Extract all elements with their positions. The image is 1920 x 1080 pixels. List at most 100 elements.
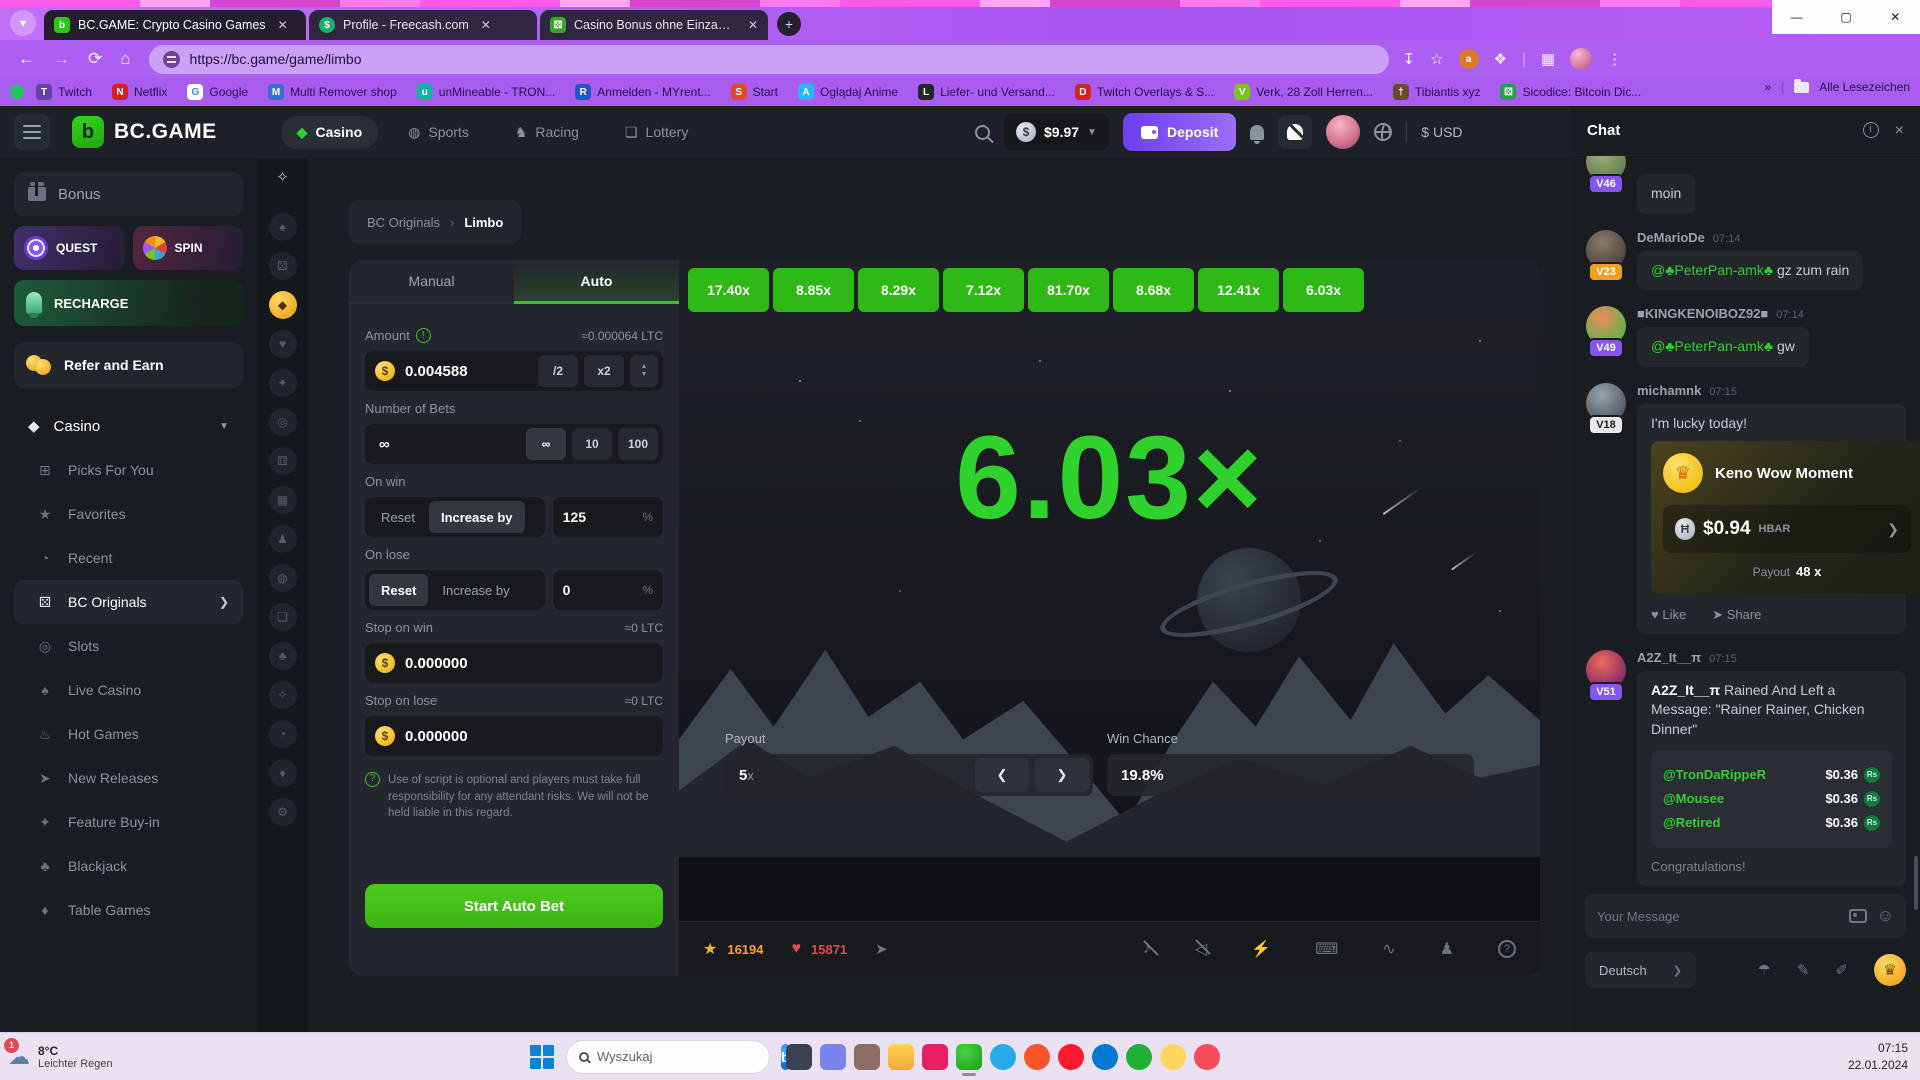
on-lose-value-input[interactable]: 0 % (553, 570, 663, 610)
quest-button[interactable]: QUEST (14, 226, 125, 270)
sidebar-item-hot-games[interactable]: ♨Hot Games (14, 712, 243, 756)
game-shortcut-icon[interactable]: ◎ (269, 408, 297, 436)
bcgame-logo-icon[interactable]: b (72, 116, 104, 148)
game-shortcut-icon[interactable]: ⚙ (269, 798, 297, 826)
fairness-icon[interactable]: ♟ (1440, 939, 1454, 959)
brand-title[interactable]: BC.GAME (114, 120, 217, 144)
nav-casino[interactable]: ◆ Casino (281, 116, 378, 149)
bets-10-button[interactable]: 10 (572, 428, 612, 460)
share-button[interactable]: ➤ Share (1712, 606, 1761, 624)
sidebar-item-picks-for-you[interactable]: ⊞Picks For You (14, 448, 243, 492)
user-avatar[interactable] (1326, 115, 1360, 149)
sidebar-item-bonus[interactable]: Bonus (14, 172, 243, 216)
bookmark[interactable]: SStart (723, 81, 786, 103)
eraser-icon[interactable]: ✐ (1835, 961, 1848, 979)
sidebar-section-casino[interactable]: ◆ Casino ▼ (14, 404, 243, 448)
game-shortcut-icon[interactable]: ❑ (269, 603, 297, 631)
game-shortcut-icon[interactable]: ✧ (269, 681, 297, 709)
heart-icon[interactable]: ♥ (792, 940, 802, 958)
nav-racing[interactable]: ♞ Racing (499, 116, 595, 149)
mention[interactable]: @♣PeterPan-amk♣ (1651, 338, 1773, 354)
search-icon[interactable] (975, 125, 990, 140)
balance-selector[interactable]: $ $9.97 ▼ (1004, 114, 1109, 150)
win-chance-input[interactable]: 19.8% (1107, 754, 1474, 796)
payout-decrease-button[interactable]: ❮ (975, 758, 1029, 792)
bookmark[interactable]: AOglądaj Anime (790, 81, 906, 103)
bell-icon[interactable] (1250, 125, 1264, 140)
reload-icon[interactable]: ⟳ (88, 49, 102, 69)
url-text[interactable]: https://bc.game/game/limbo (190, 51, 362, 67)
chat-message-input[interactable] (1597, 909, 1839, 924)
game-shortcut-icon[interactable]: ⚄ (269, 252, 297, 280)
sidebar-item-bc-originals[interactable]: ⚄BC Originals❯ (14, 580, 243, 624)
refer-and-earn-button[interactable]: Refer and Earn (14, 342, 243, 388)
taskbar-app-icon[interactable] (786, 1044, 812, 1070)
notifications-muted-button[interactable] (1278, 115, 1312, 149)
bookmark[interactable]: RAnmelden - MYrent... (567, 81, 718, 103)
username[interactable]: DeMarioDe07:14 (1637, 230, 1906, 245)
tab-manual[interactable]: Manual (349, 260, 514, 302)
bookmark[interactable]: LLiefer- und Versand... (910, 81, 1063, 103)
history-chip[interactable]: 7.12x (943, 268, 1024, 312)
url-bar[interactable]: https://bc.game/game/limbo (149, 45, 1389, 74)
on-win-increase-button[interactable]: Increase by (429, 501, 525, 533)
taskbar-folder-icon[interactable] (888, 1044, 914, 1070)
game-shortcut-icon[interactable]: ♣ (269, 642, 297, 670)
taskbar-app-icon[interactable] (1058, 1044, 1084, 1070)
gif-image-icon[interactable] (1849, 909, 1867, 923)
history-chip[interactable]: 81.70x (1028, 268, 1109, 312)
sidebar-item-live-casino[interactable]: ♠Live Casino (14, 668, 243, 712)
globe-icon[interactable] (1374, 123, 1392, 141)
wand-icon[interactable]: ✧ (276, 168, 289, 186)
start-auto-bet-button[interactable]: Start Auto Bet (365, 884, 663, 928)
maximize-button[interactable]: ▢ (1821, 0, 1870, 34)
emoji-icon[interactable]: ☺ (1877, 906, 1894, 926)
tab-freecash[interactable]: $ Profile - Freecash.com ✕ (309, 10, 537, 40)
bets-infinite-button[interactable]: ∞ (526, 428, 566, 460)
bookmark[interactable]: VVerk, 28 Zoll Herren... (1226, 81, 1381, 103)
history-chip[interactable]: 12.41x (1198, 268, 1279, 312)
username[interactable]: michamnk07:15 (1637, 383, 1906, 398)
history-chip[interactable]: 8.29x (858, 268, 939, 312)
bookmark[interactable]: ⚄Sicodice: Bitcoin Dic... (1492, 81, 1649, 103)
stop-on-lose-input[interactable]: $ 0.000000 (365, 716, 663, 756)
username[interactable]: ■KINGKENOIBOZ92■07:14 (1637, 306, 1906, 321)
bookmark[interactable]: MMulti Remover shop (260, 81, 405, 103)
turbo-icon[interactable]: ⚡ (1251, 939, 1271, 959)
home-icon[interactable]: ⌂ (120, 49, 130, 69)
bookmark[interactable]: †Tibiantis xyz (1385, 81, 1489, 103)
taskbar-app-icon[interactable] (1194, 1044, 1220, 1070)
chat-language-selector[interactable]: Deutsch ❯ (1585, 952, 1696, 988)
on-lose-increase-button[interactable]: Increase by (430, 574, 521, 606)
taskbar-app-icon[interactable] (1160, 1044, 1186, 1070)
win-amount-row[interactable]: Ħ $0.94 HBAR ❯ (1663, 505, 1911, 553)
chat-info-icon[interactable]: i (1863, 122, 1879, 138)
like-button[interactable]: ♥ Like (1651, 606, 1686, 624)
bookmark[interactable]: GGoogle (179, 81, 256, 103)
share-plane-icon[interactable]: ➤ (875, 940, 888, 958)
star-icon[interactable]: ★ (703, 939, 717, 959)
chat-scrollbar[interactable] (1914, 856, 1918, 910)
minimize-button[interactable]: — (1772, 0, 1821, 34)
bookmark[interactable]: uunMineable - TRON... (409, 81, 564, 103)
stats-icon[interactable]: ∿ (1382, 939, 1395, 959)
keno-wow-moment-card[interactable]: ♛ Keno Wow Moment Ħ $0.94 HBAR ❯ Payout4… (1651, 441, 1920, 593)
bets-input[interactable]: ∞ ∞ 10 100 (365, 424, 663, 464)
bookmark-favicon-only[interactable] (10, 85, 24, 99)
rain-drop-icon[interactable]: ☂ (1757, 961, 1770, 979)
new-tab-button[interactable]: + (777, 12, 801, 36)
double-button[interactable]: x2 (584, 355, 624, 387)
game-shortcut-icon[interactable]: ▦ (269, 486, 297, 514)
trophy-icon[interactable]: ♛ (1874, 954, 1906, 986)
game-shortcut-icon[interactable]: ♠ (269, 213, 297, 241)
weather-widget[interactable]: 1 ☁ 8°C Leichter Regen (8, 1044, 178, 1070)
game-shortcut-icon[interactable]: ✦ (269, 369, 297, 397)
sidebar-item-favorites[interactable]: ★Favorites (14, 492, 243, 536)
game-shortcut-icon[interactable]: ♥ (269, 330, 297, 358)
mention[interactable]: @Mousee (1663, 790, 1724, 808)
bookmark[interactable]: TTwitch (28, 81, 100, 103)
sidebar-item-table-games[interactable]: ♦Table Games (14, 888, 243, 932)
history-chip[interactable]: 17.40x (688, 268, 769, 312)
recharge-button[interactable]: RECHARGE (14, 280, 243, 326)
taskbar-app-icon[interactable] (1126, 1044, 1152, 1070)
